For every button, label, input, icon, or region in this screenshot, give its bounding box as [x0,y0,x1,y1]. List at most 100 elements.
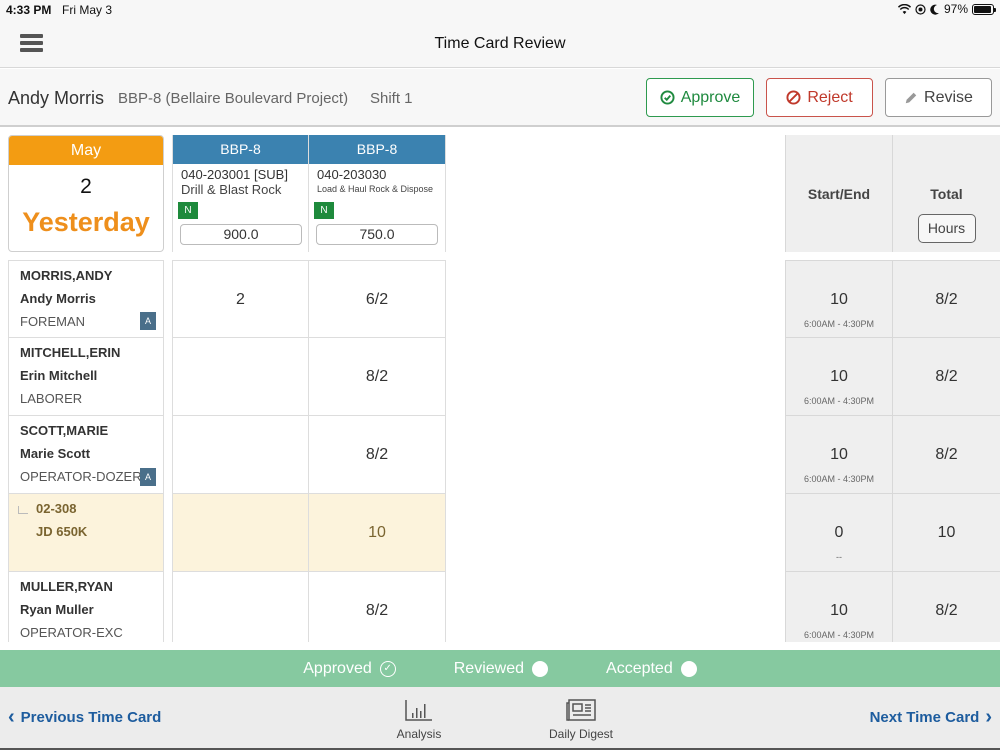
approve-button[interactable]: Approve [646,78,754,117]
check-circle-icon [660,90,675,105]
status-icons: 97% [897,2,996,16]
employee-cell[interactable]: MULLER,RYAN Ryan Muller OPERATOR-EXC [8,572,164,642]
hours-cell[interactable] [172,572,309,642]
battery-percent: 97% [943,2,968,16]
table-row: SCOTT,MARIE Marie Scott OPERATOR-DOZER A… [0,416,1000,494]
table-row: MULLER,RYAN Ryan Muller OPERATOR-EXC 8/2… [0,572,1000,642]
cost-code-column[interactable]: BBP-8 040-203030 Load & Haul Rock & Disp… [309,135,446,252]
employee-cell[interactable]: MITCHELL,ERIN Erin Mitchell LABORER [8,338,164,416]
employee-name: Andy Morris [8,88,105,108]
status-date: Fri May 3 [62,3,113,17]
bottom-toolbar: ‹ Previous Time Card Analysis Daily Dige… [0,687,1000,750]
quantity-input[interactable]: 900.0 [180,224,302,245]
hours-cell[interactable] [172,494,309,572]
previous-label: Previous Time Card [20,709,162,726]
hours-toggle-button[interactable]: Hours [917,214,976,243]
chevron-left-icon: ‹ [8,706,15,728]
time-range: -- [836,552,842,562]
start-end-cell[interactable]: 10 6:00AM - 4:30PM [785,572,893,642]
employee-cell[interactable]: SCOTT,MARIE Marie Scott OPERATOR-DOZER A [8,416,164,494]
employee-display-name: Ryan Muller [20,602,94,617]
cost-code-number: 040-203001 [SUB] [181,167,288,182]
time-range: 6:00AM - 4:30PM [803,319,875,329]
hours-cell[interactable] [172,416,309,494]
status-approved: Approved ✓ [303,660,396,678]
start-end-hours: 10 [830,368,848,385]
page-title: Time Card Review [434,35,566,52]
hours-cell[interactable]: 10 [309,494,446,572]
employee-badge: A [140,468,156,486]
total-hours: 8/2 [935,368,958,385]
previous-time-card-button[interactable]: ‹ Previous Time Card [8,706,162,728]
next-time-card-button[interactable]: Next Time Card › [869,707,992,727]
circle-icon [680,660,697,677]
table-row: MORRIS,ANDY Andy Morris FOREMAN A 2 6/2 … [0,260,1000,338]
employee-id-name: SCOTT,MARIE [20,423,109,438]
date-month: May [9,136,163,165]
start-end-hours: 10 [830,291,848,308]
status-accepted-label: Accepted [606,659,673,677]
total-hours: 10 [937,524,956,541]
employee-badge: A [140,312,156,330]
table-row: MITCHELL,ERIN Erin Mitchell LABORER 8/2 … [0,338,1000,416]
daily-digest-label: Daily Digest [548,727,614,741]
total-cell: 8/2 [893,572,1000,642]
analysis-tab[interactable]: Analysis [392,699,446,741]
cost-code-description: Load & Haul Rock & Dispose [317,184,434,194]
total-cell: 10 [893,494,1000,572]
time-card-rows[interactable]: MORRIS,ANDY Andy Morris FOREMAN A 2 6/2 … [0,260,1000,642]
daily-digest-tab[interactable]: Daily Digest [541,699,621,741]
total-cell: 8/2 [893,260,1000,338]
tree-connector-icon [18,506,28,514]
revise-button[interactable]: Revise [885,78,992,117]
hours-cell[interactable]: 6/2 [309,260,446,338]
total-hours: 8/2 [935,446,958,463]
employee-cell[interactable]: MORRIS,ANDY Andy Morris FOREMAN A [8,260,164,338]
reject-button[interactable]: Reject [766,78,873,117]
cost-code-badge: N [178,202,198,219]
employee-display-name: Andy Morris [20,291,96,306]
status-time: 4:33 PM [6,3,52,17]
employee-role: LABORER [20,391,83,406]
status-reviewed-label: Reviewed [453,659,525,677]
shift-label: Shift 1 [370,90,413,107]
employee-id-name: MORRIS,ANDY [20,268,113,283]
cost-code-number: 040-203030 [317,167,387,182]
hours-cell[interactable] [172,338,309,416]
time-range: 6:00AM - 4:30PM [803,396,875,406]
status-reviewed: Reviewed [453,659,549,678]
start-end-hours: 10 [830,446,848,463]
employee-display-name: Marie Scott [20,446,91,461]
start-end-header: Start/End [785,135,893,252]
date-card[interactable]: May 2 Yesterday [8,135,164,252]
ban-icon [786,90,801,105]
moon-icon [930,4,939,15]
hours-cell[interactable]: 8/2 [309,338,446,416]
status-approved-label: Approved [303,659,372,677]
hours-cell[interactable]: 8/2 [309,572,446,642]
hours-cell[interactable]: 8/2 [309,416,446,494]
start-end-cell[interactable]: 10 6:00AM - 4:30PM [785,416,893,494]
equipment-cell[interactable]: 02-308 JD 650K [8,494,164,572]
start-end-cell[interactable]: 10 6:00AM - 4:30PM [785,338,893,416]
hours-cell[interactable]: 2 [172,260,309,338]
employee-id-name: MITCHELL,ERIN [20,345,121,360]
bar-chart-icon [405,700,432,721]
check-circle-icon: ✓ [379,660,396,677]
quantity-input[interactable]: 750.0 [316,224,438,245]
cost-code-project: BBP-8 [309,135,445,164]
next-label: Next Time Card [869,709,980,726]
status-accepted: Accepted [606,660,697,678]
cost-code-column[interactable]: BBP-8 040-203001 [SUB] Drill & Blast Roc… [172,135,309,252]
start-end-hours: 0 [834,524,844,541]
equipment-row: 02-308 JD 650K 10 0 -- 10 [0,494,1000,572]
total-hours: 8/2 [935,602,958,619]
navigation-bar: Time Card Review [0,20,1000,68]
start-end-cell[interactable]: 0 -- [785,494,893,572]
battery-icon [972,3,996,15]
cost-code-description: Drill & Blast Rock [181,182,282,197]
project-name: BBP-8 (Bellaire Boulevard Project) [118,90,349,107]
start-end-cell[interactable]: 10 6:00AM - 4:30PM [785,260,893,338]
orientation-lock-icon [915,3,926,15]
total-cell: 8/2 [893,416,1000,494]
